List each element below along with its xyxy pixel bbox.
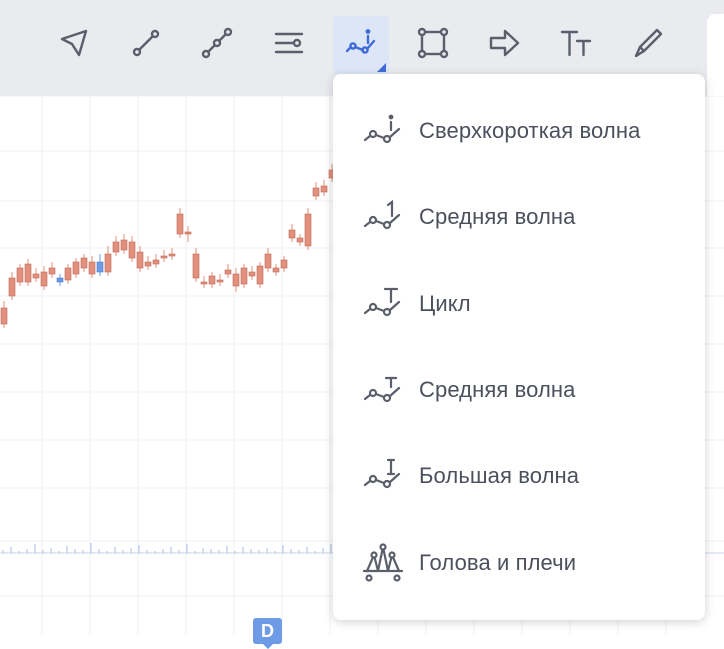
- candle-body: [176, 213, 184, 235]
- candle-body: [296, 237, 304, 243]
- cursor-tool-button[interactable]: [46, 16, 102, 74]
- trend-line-icon: [129, 26, 163, 65]
- cursor-arrow-icon: [57, 26, 91, 65]
- candle-body: [152, 259, 160, 265]
- candle-body: [192, 253, 200, 279]
- multi-point-line-icon: [200, 26, 234, 65]
- candle-body: [280, 259, 288, 269]
- candle-body: [224, 269, 232, 275]
- wave-t-small-icon: [361, 368, 405, 412]
- candle-body: [160, 255, 168, 259]
- parallel-channel-tool-button[interactable]: [261, 16, 317, 74]
- candle-body: [248, 271, 256, 277]
- candle-body: [112, 241, 120, 253]
- brush-icon: [631, 26, 665, 65]
- candle-body: [96, 261, 104, 273]
- rectangle-icon: [416, 26, 450, 65]
- candle-body: [120, 239, 128, 251]
- candle-body: [16, 267, 24, 283]
- candle-body: [208, 275, 216, 285]
- menu-item-2[interactable]: Средняя волна: [333, 174, 705, 260]
- menu-item-label: Большая волна: [419, 463, 580, 488]
- arrow-shape-icon: [487, 26, 521, 65]
- candle-body: [72, 261, 80, 275]
- menu-item-6[interactable]: Голова и плечи: [333, 520, 705, 606]
- candle-body: [40, 271, 48, 287]
- candle-body: [0, 307, 8, 325]
- candle-body: [48, 267, 56, 275]
- menu-item-label: Сверхкороткая волна: [419, 118, 641, 143]
- candle-body: [24, 263, 32, 283]
- wave-pattern-tool-button[interactable]: [333, 16, 389, 74]
- wave-i-icon: [361, 109, 405, 153]
- candle-body: [272, 267, 280, 273]
- menu-item-5[interactable]: Большая волна: [333, 433, 705, 519]
- candle-body: [64, 267, 72, 281]
- candle-body: [128, 241, 136, 259]
- candle-body: [304, 213, 312, 247]
- wave-I-icon: [361, 454, 405, 498]
- candle-body: [144, 261, 152, 267]
- candle-body: [320, 185, 328, 193]
- wave-t-icon: [361, 282, 405, 326]
- candle-body: [216, 279, 224, 283]
- candle-body: [88, 261, 96, 275]
- candle-body: [288, 229, 296, 239]
- candle-body: [80, 257, 88, 269]
- menu-item-label: Голова и плечи: [419, 550, 577, 575]
- menu-item-label: Цикл: [419, 291, 471, 316]
- candle-body: [232, 273, 240, 287]
- parallel-channel-icon: [272, 26, 306, 65]
- multi-point-tool-button[interactable]: [189, 16, 245, 74]
- dividend-marker[interactable]: D: [253, 618, 282, 649]
- candle-body: [312, 187, 320, 197]
- menu-item-label: Средняя волна: [419, 204, 576, 229]
- candle-body: [240, 267, 248, 285]
- candle-body: [104, 253, 112, 273]
- head-shoulders-icon: [361, 541, 405, 585]
- wave-1-icon: [361, 195, 405, 239]
- candle-body: [136, 251, 144, 269]
- candle-body: [56, 277, 64, 283]
- text-tool-button[interactable]: [548, 16, 604, 74]
- candle-body: [8, 277, 16, 297]
- text-icon: [559, 26, 593, 65]
- rectangle-tool-button[interactable]: [405, 16, 461, 74]
- candle-body: [168, 253, 176, 257]
- candle-body: [256, 265, 264, 285]
- right-side-panel: [707, 14, 724, 104]
- menu-item-1[interactable]: Сверхкороткая волна: [333, 88, 705, 174]
- brush-tool-button[interactable]: [620, 16, 676, 74]
- menu-item-4[interactable]: Средняя волна: [333, 347, 705, 433]
- trend-line-tool-button[interactable]: [118, 16, 174, 74]
- candle-body: [200, 281, 208, 285]
- candle-body: [32, 273, 40, 279]
- wave-pattern-menu: Сверхкороткая волна Средняя волна Цикл Сред…: [333, 74, 705, 620]
- menu-item-label: Средняя волна: [419, 377, 576, 402]
- candle-body: [264, 253, 272, 269]
- arrow-shape-tool-button[interactable]: [476, 16, 532, 74]
- menu-item-3[interactable]: Цикл: [333, 261, 705, 347]
- candle-body: [184, 231, 192, 235]
- wave-pattern-icon: [344, 26, 378, 65]
